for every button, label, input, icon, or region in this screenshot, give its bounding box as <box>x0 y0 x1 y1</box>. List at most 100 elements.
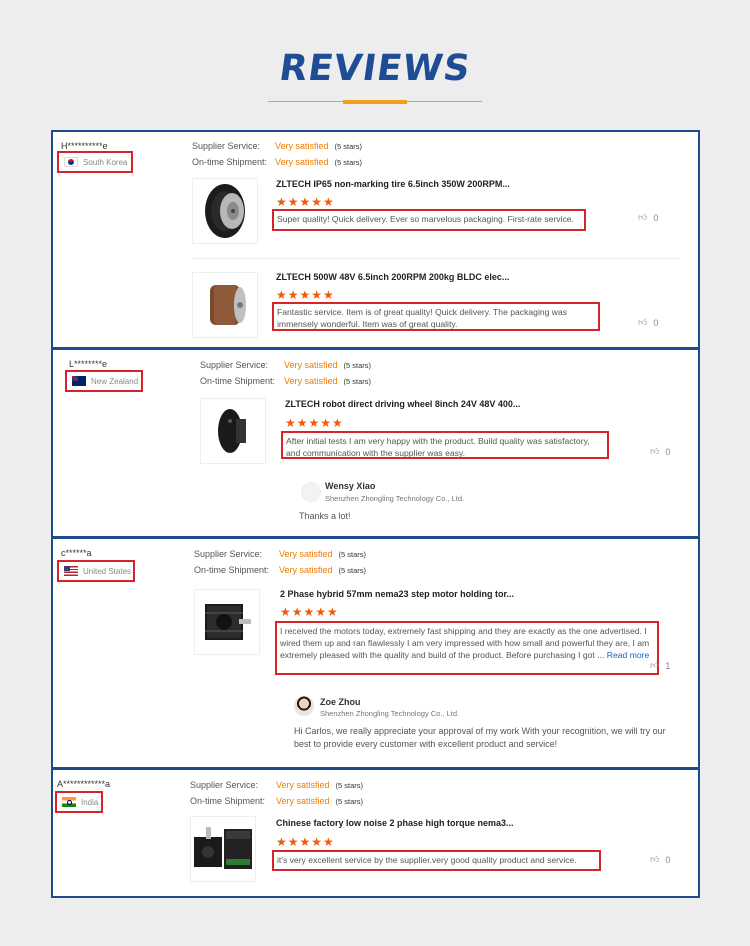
shipment-row: On-time Shipment: Very satisfied (5 stars) <box>194 562 366 579</box>
reviewer-country: New Zealand <box>65 370 143 392</box>
product-image[interactable] <box>190 816 256 882</box>
rating-stars: ★★★★★ <box>280 605 339 619</box>
supplier-rep-name: Zoe Zhou <box>320 697 361 707</box>
motor-driver-kit-image <box>194 827 252 869</box>
supplier-company: Shenzhen Zhongling Technology Co., Ltd. <box>320 709 460 718</box>
reviewer-name: A************a <box>57 779 111 789</box>
stepper-motor-image <box>205 604 251 640</box>
review-text: Super quality! Quick delivery. Ever so m… <box>272 209 586 231</box>
like-button[interactable]: 👍︎ 0 <box>638 317 658 328</box>
country-label: New Zealand <box>91 376 139 386</box>
supplier-service-row: Supplier Service: Very satisfied (5 stars) <box>194 546 366 563</box>
supplier-avatar <box>301 482 321 502</box>
supplier-avatar <box>294 696 314 716</box>
rating-stars: ★★★★★ <box>276 195 335 209</box>
product-name[interactable]: ZLTECH 500W 48V 6.5inch 200RPM 200kg BLD… <box>276 272 509 282</box>
shipment-row: On-time Shipment: Very satisfied (5 stars) <box>192 154 362 171</box>
like-count: 0 <box>653 212 659 223</box>
supplier-service-stars: (5 stars) <box>334 142 363 151</box>
brown-wheel-image <box>210 285 246 325</box>
supplier-service-label: Supplier Service: <box>192 141 261 151</box>
reviewer-country: United States <box>57 560 135 582</box>
like-button[interactable]: 👍︎ 0 <box>650 854 670 865</box>
product-image[interactable] <box>200 398 266 464</box>
review-body: I received the motors today, extremely f… <box>280 626 650 660</box>
product-name[interactable]: Chinese factory low noise 2 phase high t… <box>276 818 514 828</box>
shipment-value: Very satisfied <box>275 157 329 167</box>
supplier-company: Shenzhen Zhongling Technology Co., Ltd. <box>325 494 465 503</box>
thumbs-up-icon: 👍︎ <box>650 854 660 864</box>
wheel-motor-image <box>205 184 245 238</box>
supplier-service-value: Very satisfied <box>284 360 338 370</box>
like-count: 0 <box>665 446 671 457</box>
thumbs-up-icon: 👍︎ <box>650 660 660 670</box>
review-text: After initial tests I am very happy with… <box>281 431 609 459</box>
supplier-service-stars: (5 stars) <box>338 550 367 559</box>
supplier-service-stars: (5 stars) <box>343 361 372 370</box>
drive-wheel-image <box>218 409 246 453</box>
south-korea-flag-icon <box>64 157 78 167</box>
country-label: United States <box>83 566 132 576</box>
country-label: South Korea <box>83 157 128 167</box>
reviewer-name: c******a <box>61 548 92 558</box>
supplier-service-label: Supplier Service: <box>200 360 269 370</box>
supplier-reply: Hi Carlos, we really appreciate your app… <box>294 726 666 749</box>
shipment-label: On-time Shipment: <box>190 796 266 806</box>
like-count: 1 <box>665 660 671 671</box>
like-button[interactable]: 👍︎ 1 <box>650 660 670 671</box>
supplier-service-value: Very satisfied <box>275 141 329 151</box>
new-zealand-flag-icon <box>72 376 86 386</box>
shipment-stars: (5 stars) <box>338 566 367 575</box>
shipment-label: On-time Shipment: <box>192 157 268 167</box>
product-image[interactable] <box>192 272 258 338</box>
shipment-stars: (5 stars) <box>334 158 363 167</box>
supplier-service-stars: (5 stars) <box>335 781 364 790</box>
product-name[interactable]: ZLTECH robot direct driving wheel 8inch … <box>285 399 520 409</box>
reviewer-name: L********e <box>69 359 108 369</box>
like-count: 0 <box>653 317 659 328</box>
shipment-row: On-time Shipment: Very satisfied (5 stars) <box>190 793 363 810</box>
shipment-value: Very satisfied <box>284 376 338 386</box>
india-flag-icon <box>62 797 76 807</box>
title-divider-accent <box>343 100 407 104</box>
reviewer-name: H**********e <box>61 141 108 151</box>
reviewer-country: India <box>55 791 103 813</box>
shipment-row: On-time Shipment: Very satisfied (5 stars) <box>200 373 371 390</box>
like-button[interactable]: 👍︎ 0 <box>638 212 658 223</box>
product-image[interactable] <box>192 178 258 244</box>
thumbs-up-icon: 👍︎ <box>638 317 648 327</box>
like-count: 0 <box>665 854 671 865</box>
shipment-label: On-time Shipment: <box>194 565 270 575</box>
supplier-rep-name: Wensy Xiao <box>325 481 376 491</box>
product-name[interactable]: 2 Phase hybrid 57mm nema23 step motor ho… <box>280 589 514 599</box>
shipment-label: On-time Shipment: <box>200 376 276 386</box>
rating-stars: ★★★★★ <box>276 835 335 849</box>
supplier-service-row: Supplier Service: Very satisfied (5 stars) <box>192 138 362 155</box>
supplier-service-value: Very satisfied <box>276 780 330 790</box>
page-title: REVIEWS <box>276 48 474 89</box>
shipment-stars: (5 stars) <box>343 377 372 386</box>
thumbs-up-icon: 👍︎ <box>650 446 660 456</box>
review-card: L********e New Zealand Supplier Service:… <box>51 348 700 538</box>
divider <box>192 258 680 259</box>
review-card: A************a India Supplier Service: Ve… <box>51 768 700 898</box>
country-label: India <box>81 797 99 807</box>
rating-stars: ★★★★★ <box>285 416 344 430</box>
product-name[interactable]: ZLTECH IP65 non-marking tire 6.5inch 350… <box>276 179 510 189</box>
supplier-service-row: Supplier Service: Very satisfied (5 stars) <box>200 357 371 374</box>
review-text: I received the motors today, extremely f… <box>275 621 659 675</box>
read-more-link[interactable]: Read more <box>607 650 650 660</box>
review-text: Fantastic service. Item is of great qual… <box>272 302 600 331</box>
thumbs-up-icon: 👍︎ <box>638 212 648 222</box>
product-image[interactable] <box>194 589 260 655</box>
like-button[interactable]: 👍︎ 0 <box>650 446 670 457</box>
reviewer-country: South Korea <box>57 151 133 173</box>
supplier-service-row: Supplier Service: Very satisfied (5 stars) <box>190 777 363 794</box>
shipment-value: Very satisfied <box>276 796 330 806</box>
shipment-stars: (5 stars) <box>335 797 364 806</box>
united-states-flag-icon <box>64 566 78 576</box>
review-card: H**********e South Korea Supplier Servic… <box>51 130 700 349</box>
supplier-service-label: Supplier Service: <box>194 549 263 559</box>
supplier-service-label: Supplier Service: <box>190 780 259 790</box>
supplier-reply: Thanks a lot! <box>299 511 351 521</box>
